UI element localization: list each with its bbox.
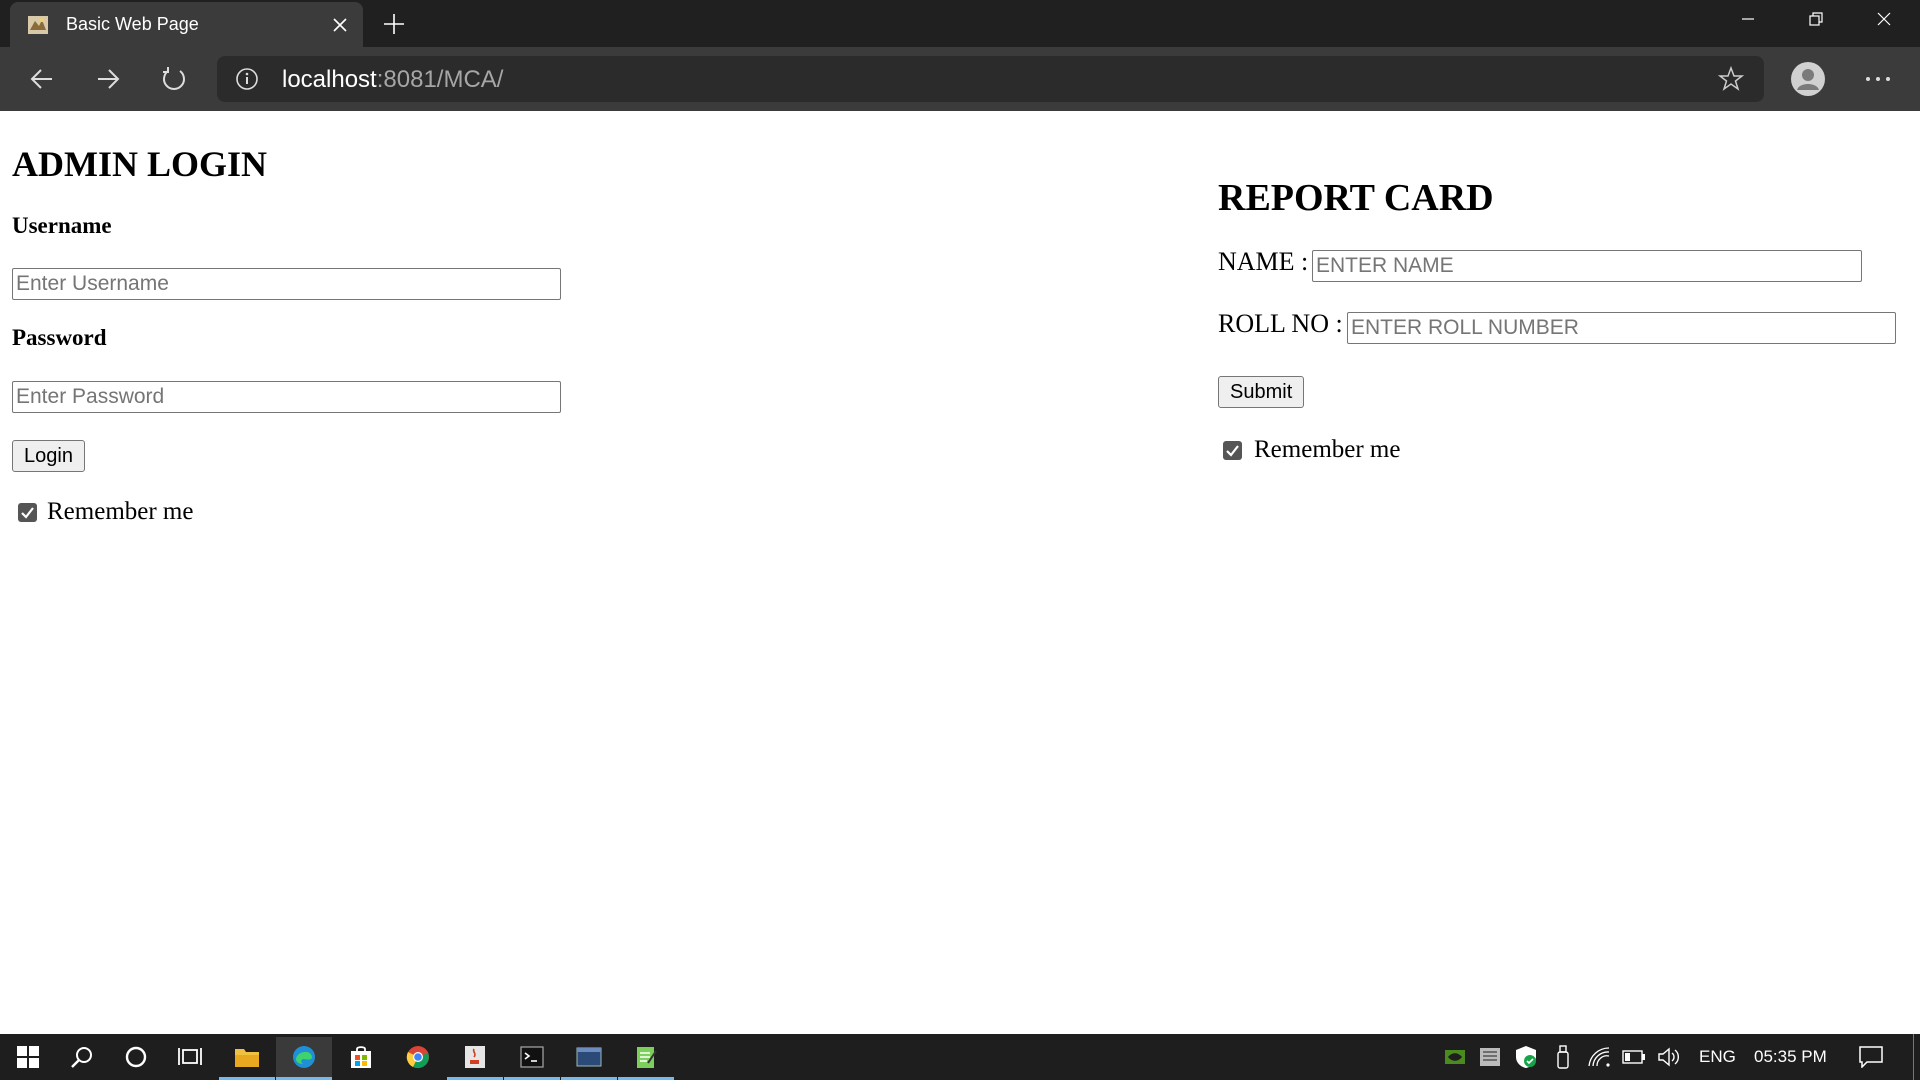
search-icon — [71, 1047, 92, 1068]
device-tray-button[interactable] — [1478, 1045, 1502, 1069]
login-button[interactable]: Login — [12, 440, 85, 472]
cortana-circle-icon — [125, 1046, 147, 1068]
web-page: ADMIN LOGIN Username Password Login Reme… — [0, 111, 1920, 1034]
store-bag-icon — [351, 1046, 371, 1068]
nvidia-tray-button[interactable] — [1443, 1045, 1467, 1069]
terminal-taskbar-button[interactable] — [504, 1037, 560, 1080]
task-view-button[interactable] — [162, 1037, 218, 1077]
submit-button[interactable]: Submit — [1218, 376, 1305, 408]
usb-drive-icon — [1557, 1045, 1569, 1069]
close-window-button[interactable] — [1850, 0, 1918, 38]
restore-icon — [1809, 12, 1823, 26]
edge-taskbar-button[interactable] — [276, 1037, 332, 1080]
windows-logo-icon — [17, 1046, 39, 1068]
windows-taskbar: ENG 05:35 PM — [0, 1034, 1920, 1080]
shield-icon — [1516, 1046, 1536, 1068]
language-indicator[interactable]: ENG — [1699, 1047, 1736, 1067]
report-card-heading: REPORT CARD — [1218, 177, 1494, 219]
task-view-icon — [178, 1048, 202, 1065]
remember-me-checkbox-report[interactable] — [1223, 441, 1242, 460]
close-icon — [1877, 12, 1891, 26]
folder-icon — [235, 1049, 259, 1067]
battery-icon — [1622, 1050, 1645, 1064]
url-host: localhost — [282, 66, 377, 93]
app-window-taskbar-button[interactable] — [561, 1037, 617, 1080]
search-button[interactable] — [54, 1037, 110, 1077]
forward-arrow-icon — [98, 69, 120, 89]
browser-titlebar: Basic Web Page — [0, 0, 1920, 47]
name-input[interactable] — [1312, 250, 1862, 282]
admin-login-heading: ADMIN LOGIN — [12, 144, 268, 184]
back-button[interactable] — [24, 61, 60, 97]
java-cup-icon — [465, 1046, 485, 1068]
password-input[interactable] — [12, 381, 561, 413]
roll-no-label: ROLL NO : — [1218, 309, 1343, 338]
notepad-taskbar-button[interactable] — [618, 1037, 674, 1080]
device-manager-icon — [1480, 1048, 1500, 1066]
usb-tray-button[interactable] — [1551, 1045, 1575, 1069]
chrome-browser-icon — [406, 1046, 429, 1069]
clock-time[interactable]: 05:35 PM — [1754, 1047, 1827, 1067]
chrome-taskbar-button[interactable] — [390, 1037, 446, 1077]
restore-button[interactable] — [1782, 0, 1850, 38]
refresh-icon — [163, 67, 185, 90]
volume-tray-button[interactable] — [1657, 1045, 1681, 1069]
browser-toolbar: localhost:8081/MCA/ — [0, 47, 1920, 111]
wifi-tray-button[interactable] — [1587, 1045, 1611, 1069]
username-label: Username — [12, 213, 112, 238]
minimize-icon — [1742, 18, 1754, 20]
security-tray-button[interactable] — [1514, 1045, 1538, 1069]
notification-icon — [1859, 1046, 1883, 1068]
browser-tab[interactable]: Basic Web Page — [10, 2, 363, 47]
new-tab-icon[interactable] — [380, 10, 408, 38]
forward-button[interactable] — [90, 61, 126, 97]
back-arrow-icon — [30, 69, 52, 89]
start-button[interactable] — [0, 1037, 56, 1077]
speaker-volume-icon — [1658, 1047, 1679, 1067]
checkmark-icon — [21, 507, 34, 519]
url-text[interactable]: localhost:8081/MCA/ — [282, 66, 503, 94]
remember-me-label-report: Remember me — [1254, 436, 1401, 463]
terminal-icon — [520, 1046, 544, 1068]
tab-title: Basic Web Page — [66, 14, 199, 34]
url-path: :8081/MCA/ — [376, 66, 504, 93]
favorite-star-icon[interactable] — [1718, 66, 1744, 92]
app-window-icon — [576, 1047, 602, 1067]
tomcat-favicon-icon — [28, 16, 48, 34]
remember-me-label-login: Remember me — [47, 498, 194, 525]
password-label: Password — [12, 325, 107, 350]
store-taskbar-button[interactable] — [333, 1037, 389, 1077]
wifi-icon — [1588, 1047, 1610, 1067]
cortana-button[interactable] — [108, 1037, 164, 1077]
address-bar[interactable]: localhost:8081/MCA/ — [217, 56, 1764, 102]
java-app-taskbar-button[interactable] — [447, 1037, 503, 1080]
action-center-button[interactable] — [1859, 1045, 1883, 1069]
battery-tray-button[interactable] — [1622, 1045, 1646, 1069]
nvidia-icon — [1445, 1050, 1465, 1064]
name-label: NAME : — [1218, 247, 1309, 276]
close-tab-icon[interactable] — [329, 14, 351, 36]
roll-number-input[interactable] — [1347, 312, 1896, 344]
info-icon[interactable] — [235, 67, 259, 91]
refresh-button[interactable] — [156, 61, 192, 97]
show-desktop-divider[interactable] — [1913, 1034, 1914, 1080]
profile-avatar-icon[interactable] — [1790, 61, 1826, 97]
ellipsis-icon — [1866, 77, 1890, 81]
remember-me-checkbox-login[interactable] — [18, 503, 37, 522]
notepad-icon — [637, 1047, 657, 1068]
file-explorer-taskbar-button[interactable] — [219, 1037, 275, 1080]
username-input[interactable] — [12, 268, 561, 300]
minimize-button[interactable] — [1714, 0, 1782, 38]
edge-browser-icon — [293, 1046, 315, 1068]
more-options-button[interactable] — [1858, 61, 1898, 97]
checkmark-icon — [1226, 445, 1239, 457]
